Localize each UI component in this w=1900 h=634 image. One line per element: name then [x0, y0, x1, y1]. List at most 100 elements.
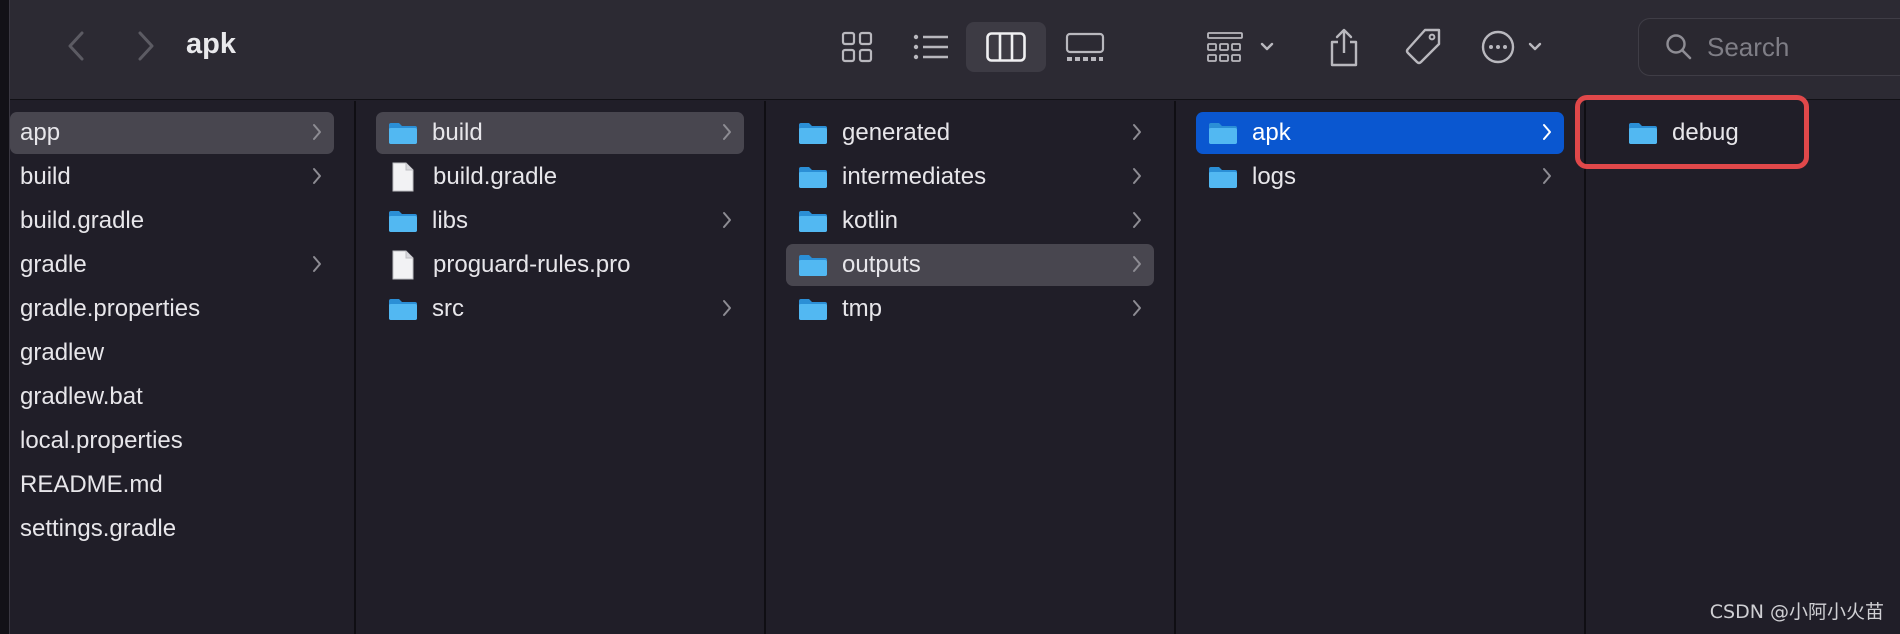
- item-label: src: [432, 295, 464, 322]
- search-icon: [1666, 34, 1692, 60]
- finder-window: apk Search app build build.gradle gradle…: [0, 0, 1900, 634]
- watermark: CSDN @小阿小火苗: [1709, 601, 1884, 623]
- list-view-icon: [913, 34, 948, 60]
- item-label: tmp: [842, 295, 883, 322]
- folder-icon: [799, 167, 827, 188]
- column-view-icon: [986, 32, 1026, 62]
- column-2: build build.gradle libs proguard-rules.pro s…: [356, 101, 766, 634]
- item-label: logs: [1252, 163, 1297, 190]
- list-item[interactable]: settings.gradle: [10, 508, 334, 550]
- folder-icon: [799, 299, 827, 320]
- tag-button[interactable]: [1396, 22, 1450, 72]
- item-label: local.properties: [20, 427, 183, 454]
- chevron-right-icon: [1133, 124, 1141, 140]
- column-5: debug: [1586, 101, 1900, 634]
- toolbar: apk: [10, 0, 1900, 100]
- item-label: gradlew: [20, 339, 105, 366]
- document-icon: [392, 162, 414, 192]
- chevron-right-icon: [313, 124, 321, 140]
- column-1: app build build.gradle gradle gradle.propert…: [10, 101, 356, 634]
- list-item[interactable]: generated: [786, 112, 1154, 154]
- gallery-view-button[interactable]: [1052, 22, 1118, 72]
- chevron-right-icon: [1133, 212, 1141, 228]
- search-input[interactable]: [1707, 31, 1887, 63]
- list-item[interactable]: proguard-rules.pro: [376, 244, 744, 286]
- item-label: build.gradle: [433, 163, 558, 190]
- chevron-left-icon: [68, 31, 84, 61]
- chevron-right-icon: [313, 256, 321, 272]
- list-item[interactable]: README.md: [10, 464, 334, 506]
- item-label: libs: [432, 207, 469, 234]
- list-item[interactable]: outputs: [786, 244, 1154, 286]
- folder-icon: [799, 123, 827, 144]
- column-4: apk logs: [1176, 101, 1586, 634]
- list-item[interactable]: src: [376, 288, 744, 330]
- back-button[interactable]: [56, 26, 96, 66]
- more-actions-button[interactable]: [1480, 22, 1560, 72]
- list-item[interactable]: gradle: [10, 244, 334, 286]
- window-title: apk: [186, 28, 236, 60]
- chevron-right-icon: [1133, 168, 1141, 184]
- list-item[interactable]: logs: [1196, 156, 1564, 198]
- list-item[interactable]: libs: [376, 200, 744, 242]
- list-item[interactable]: build: [376, 112, 744, 154]
- icon-view-icon: [841, 31, 873, 63]
- item-label: build: [20, 163, 71, 190]
- chevron-right-icon: [1543, 124, 1551, 140]
- list-item[interactable]: apk: [1196, 112, 1564, 154]
- ellipsis-circle-icon: [1481, 30, 1542, 64]
- folder-icon: [1209, 123, 1237, 144]
- folder-icon: [389, 299, 417, 320]
- item-label: gradle.properties: [20, 295, 201, 322]
- item-label: kotlin: [842, 207, 899, 234]
- window-edge: [0, 0, 10, 634]
- column-3: generated intermediates kotlin outputs tmp: [766, 101, 1176, 634]
- item-label: build.gradle: [20, 207, 145, 234]
- item-label: apk: [1252, 119, 1291, 146]
- item-label: settings.gradle: [20, 515, 177, 542]
- item-label: proguard-rules.pro: [433, 251, 631, 278]
- list-item[interactable]: local.properties: [10, 420, 334, 462]
- list-view-button[interactable]: [900, 22, 962, 72]
- folder-icon: [1209, 167, 1237, 188]
- search-field[interactable]: [1638, 18, 1900, 76]
- chevron-right-icon: [723, 212, 731, 228]
- item-label: gradlew.bat: [20, 383, 143, 410]
- chevron-right-icon: [138, 31, 154, 61]
- item-label: outputs: [842, 251, 921, 278]
- item-label: build: [432, 119, 483, 146]
- list-item[interactable]: build.gradle: [376, 156, 744, 198]
- tag-icon: [1405, 28, 1441, 65]
- list-item[interactable]: gradlew: [10, 332, 334, 374]
- folder-icon: [799, 255, 827, 276]
- item-label: intermediates: [842, 163, 987, 190]
- item-label: gradle: [20, 251, 87, 278]
- share-button[interactable]: [1320, 22, 1368, 72]
- chevron-right-icon: [723, 300, 731, 316]
- folder-icon: [389, 211, 417, 232]
- list-item[interactable]: build.gradle: [10, 200, 334, 242]
- group-button[interactable]: [1206, 22, 1286, 72]
- list-item[interactable]: gradle.properties: [10, 288, 334, 330]
- chevron-right-icon: [1543, 168, 1551, 184]
- gallery-view-icon: [1065, 32, 1105, 61]
- chevron-right-icon: [1133, 256, 1141, 272]
- icon-view-button[interactable]: [826, 22, 888, 72]
- folder-icon: [389, 123, 417, 144]
- document-icon: [392, 250, 414, 280]
- list-item[interactable]: tmp: [786, 288, 1154, 330]
- share-icon: [1330, 28, 1358, 67]
- list-item[interactable]: build: [10, 156, 334, 198]
- list-item[interactable]: app: [10, 112, 334, 154]
- list-item[interactable]: intermediates: [786, 156, 1154, 198]
- chevron-right-icon: [723, 124, 731, 140]
- forward-button[interactable]: [126, 26, 166, 66]
- item-label: generated: [842, 119, 951, 146]
- list-item[interactable]: kotlin: [786, 200, 1154, 242]
- column-view-button[interactable]: [966, 22, 1046, 72]
- annotation-highlight-box: [1575, 95, 1809, 169]
- group-grid-icon: [1207, 32, 1274, 62]
- item-label: README.md: [20, 471, 163, 498]
- list-item[interactable]: gradlew.bat: [10, 376, 334, 418]
- item-label: app: [20, 119, 61, 146]
